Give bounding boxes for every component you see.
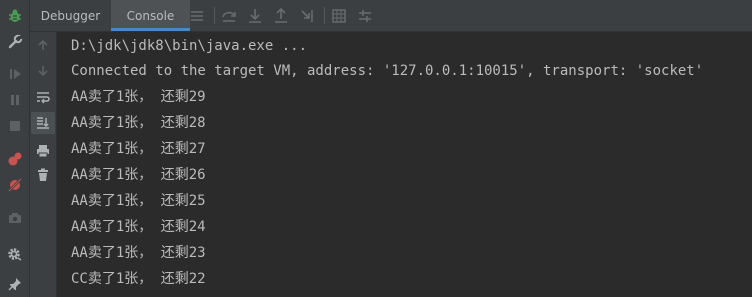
tab-console[interactable]: Console	[111, 0, 190, 31]
console-line: AA卖了1张， 还剩27	[71, 141, 206, 157]
console-line: AA卖了1张， 还剩24	[71, 219, 206, 235]
console-line: AA卖了1张， 还剩23	[71, 245, 206, 261]
console-line: CC卖了1张， 还剩22	[71, 271, 206, 287]
console-line: AA卖了1张， 还剩25	[71, 193, 206, 209]
toolbar-divider	[324, 7, 325, 24]
step-over-icon[interactable]	[220, 7, 238, 25]
settings-icon[interactable]	[0, 242, 29, 266]
pin-icon[interactable]	[0, 272, 29, 296]
evaluate-table-icon[interactable]	[330, 7, 348, 25]
clear-all-trash-icon[interactable]	[31, 164, 55, 186]
debug-toolbar: Debugger Console	[30, 0, 752, 32]
console-side-toolbar	[30, 32, 57, 297]
camera-icon[interactable]	[0, 206, 29, 230]
resume-icon[interactable]	[0, 62, 29, 86]
scroll-to-end-icon[interactable]	[31, 112, 55, 134]
stop-icon[interactable]	[0, 114, 29, 138]
trace-icon[interactable]	[356, 7, 374, 25]
down-arrow-icon[interactable]	[31, 60, 55, 82]
wrench-icon[interactable]	[0, 30, 29, 54]
print-icon[interactable]	[31, 140, 55, 162]
mute-breakpoints-icon[interactable]	[0, 173, 29, 197]
console-line: AA卖了1张， 还剩29	[71, 89, 206, 105]
console-line: Connected to the target VM, address: '12…	[71, 63, 704, 79]
step-out-icon[interactable]	[272, 7, 290, 25]
step-into-icon[interactable]	[246, 7, 264, 25]
console-output[interactable]: D:\jdk\jdk8\bin\java.exe ... Connected t…	[57, 32, 752, 297]
debug-bug-icon[interactable]	[0, 4, 29, 28]
toolbar-divider	[214, 7, 215, 24]
menu-lines-icon[interactable]	[188, 7, 206, 25]
pause-icon[interactable]	[0, 88, 29, 112]
tab-debugger[interactable]: Debugger	[30, 0, 111, 31]
up-arrow-icon[interactable]	[31, 34, 55, 56]
console-line: AA卖了1张， 还剩28	[71, 115, 206, 131]
console-line: AA卖了1张， 还剩26	[71, 167, 206, 183]
run-to-cursor-icon[interactable]	[298, 7, 316, 25]
soft-wrap-icon[interactable]	[31, 86, 55, 108]
debug-left-rail	[0, 0, 30, 297]
view-breakpoints-icon[interactable]	[0, 147, 29, 171]
console-command-line: D:\jdk\jdk8\bin\java.exe ...	[71, 38, 308, 54]
